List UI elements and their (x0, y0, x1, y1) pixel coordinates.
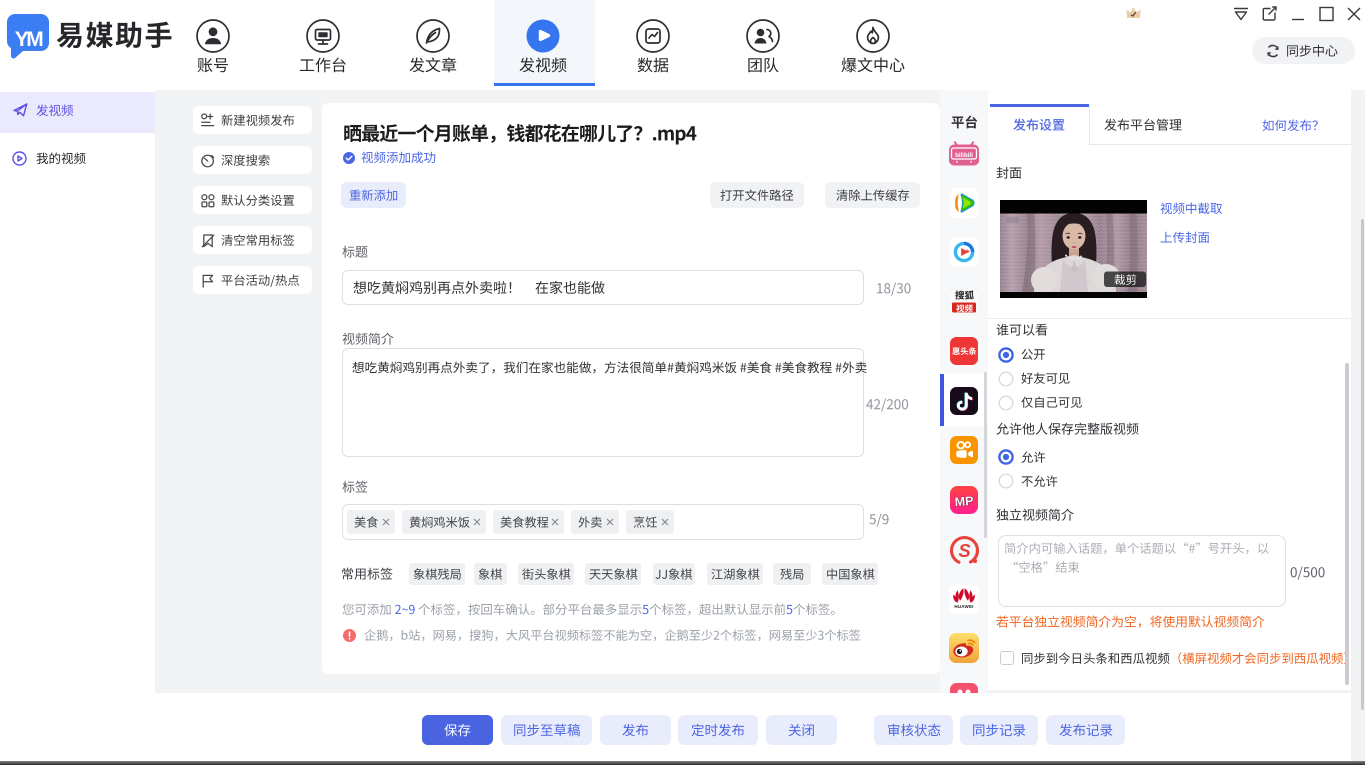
svg-text:YM: YM (15, 28, 44, 51)
svg-text:S: S (958, 540, 971, 561)
svg-text:bilibili: bilibili (955, 151, 973, 158)
svg-text:HUAWEI: HUAWEI (954, 604, 973, 609)
svg-text:MP: MP (954, 493, 974, 508)
